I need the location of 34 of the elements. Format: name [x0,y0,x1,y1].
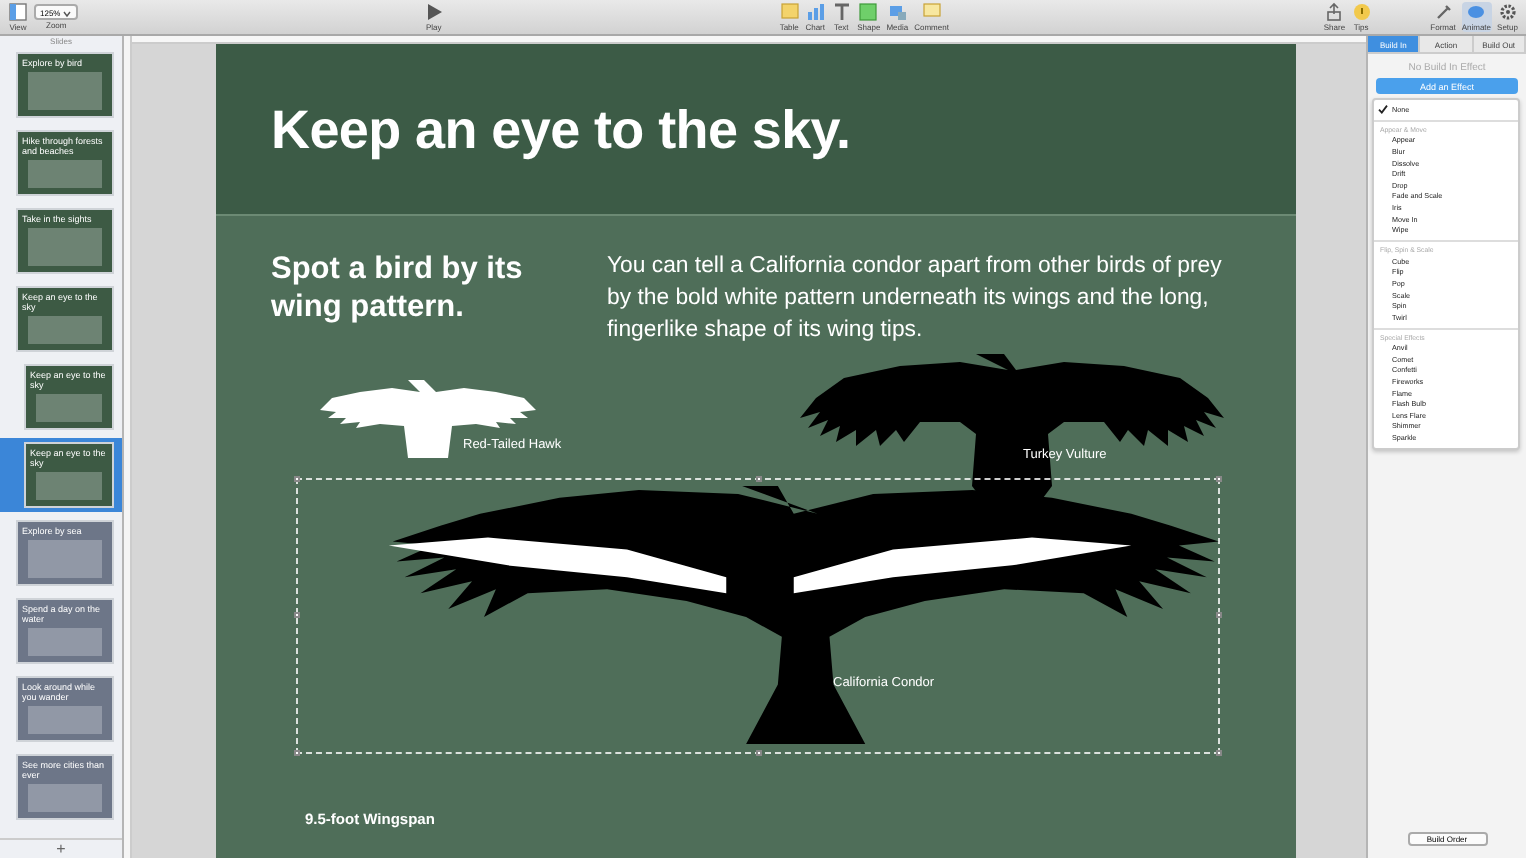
selection-handle[interactable] [1215,476,1221,482]
thumbnail-picture [28,160,102,188]
thumbnail-picture [28,784,102,812]
thumbnail-picture [28,628,102,656]
selection-handle[interactable] [293,476,299,482]
gear-icon [1497,2,1518,22]
share-icon [1324,2,1345,22]
sidebar-icon [8,2,28,22]
lightbulb-icon [1351,2,1372,22]
thumbnail-picture [28,316,102,344]
caret-icon [62,7,73,17]
slide-title: Keep an eye to the sky. [271,100,853,162]
slide-subtitle: Spot a bird by its wing pattern. [271,250,525,328]
table-icon [779,2,800,22]
text-icon [831,2,852,22]
thumbnail-picture [28,706,102,734]
bar-chart-icon [805,2,826,22]
play-icon [423,2,444,22]
add-slide-button[interactable]: + [56,841,66,857]
media-icon [887,2,908,22]
slide-body-text: You can tell a California condor apart from other birds of prey by the bold white pattern underneath its wings and the long, fingerlike shape of its wing tips. [607,252,1224,346]
note-icon [921,2,942,22]
selection-handle[interactable] [293,612,299,618]
selection-handle[interactable] [755,476,761,482]
thumbnail-picture [28,540,102,578]
thumbnail-picture [28,228,102,266]
selection-handle[interactable] [1215,750,1221,756]
thumbnail-picture [36,472,102,500]
thumbnail-picture [36,394,102,422]
selection-handle[interactable] [1215,612,1221,618]
selection-handle[interactable] [293,750,299,756]
square-icon [858,2,879,22]
selection-handle[interactable] [755,750,761,756]
thumbnail-picture [28,72,102,110]
